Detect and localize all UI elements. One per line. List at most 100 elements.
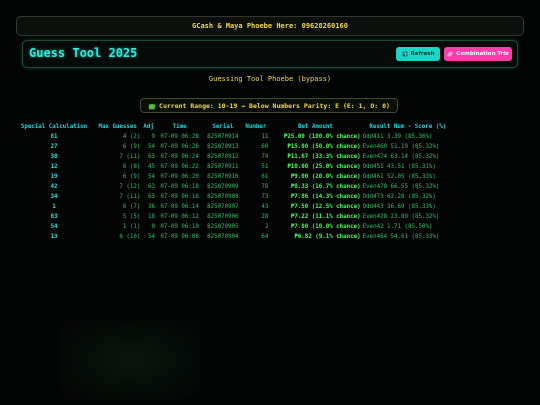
cell-max-guesses: 6 (7) — [122, 204, 141, 210]
cell-calculation: 34 — [50, 194, 58, 200]
contact-banner: GCash & Maya Phoebe Here: 09628260160 — [16, 16, 524, 36]
col-special-calculation: Special Calculation — [20, 124, 88, 130]
cell-max-guesses: 1 (1) — [122, 224, 141, 230]
cell-max-guesses: 6 (10) — [119, 234, 141, 240]
cell-result: Even42 1.71 (85.50%) — [362, 224, 433, 230]
cell-time: 07-09 06:16 — [160, 194, 199, 200]
cell-adj: 54 — [147, 174, 155, 180]
cell-calculation: 13 — [50, 234, 58, 240]
table-row: 34 7 (11) 63 07-09 06:16 825070908 73 ₱7.86 (1… — [14, 192, 454, 202]
cell-bet-amount: ₱6.82 (9.1% chance) — [294, 234, 361, 240]
cell-bet-amount: ₱10.00 (25.0% chance) — [287, 164, 361, 170]
cell-calculation: 12 — [50, 164, 58, 170]
cell-max-guesses: 6 (8) — [122, 164, 141, 170]
cell-calculation: 54 — [50, 224, 58, 230]
cell-bet-amount: ₱7.86 (14.3% chance) — [290, 194, 361, 200]
cell-serial: 825070914 — [207, 134, 239, 140]
cell-adj: 54 — [147, 144, 155, 150]
table-row: 38 7 (11) 63 07-09 06:24 825070912 74 ₱11.67 (… — [14, 152, 454, 162]
range-text: Current Range: 10-19 → Below Numbers Par… — [159, 101, 390, 110]
cell-time: 07-09 06:20 — [160, 174, 199, 180]
cell-result: Odd411 3.39 (85.36%) — [362, 134, 433, 140]
cell-calculation: 38 — [50, 154, 58, 160]
link-icon — [447, 51, 453, 57]
table-row: 81 4 (2) 9 07-09 06:28 825070914 11 ₱25.00 (10… — [14, 132, 454, 142]
table-row: 19 6 (9) 54 07-09 06:20 825070910 61 ₱9.00 (20… — [14, 172, 454, 182]
cell-serial: 825070904 — [207, 234, 239, 240]
cell-result: Even428 23.89 (85.32%) — [362, 214, 440, 220]
table-row: 83 5 (5) 18 07-09 06:12 825070906 28 ₱7.22 (11… — [14, 212, 454, 222]
range-status: Current Range: 10-19 → Below Numbers Par… — [140, 98, 398, 113]
cell-number: 74 — [261, 154, 269, 160]
table-body: 81 4 (2) 9 07-09 06:28 825070914 11 ₱25.00 (10… — [14, 132, 454, 242]
cell-bet-amount: ₱25.00 (100.0% chance) — [283, 134, 361, 140]
cell-number: 73 — [261, 194, 269, 200]
cell-time: 07-09 06:28 — [160, 134, 199, 140]
cell-adj: 63 — [147, 154, 155, 160]
cell-bet-amount: ₱9.00 (20.0% chance) — [290, 174, 361, 180]
cell-serial: 825070912 — [207, 154, 239, 160]
cell-number: 28 — [261, 214, 269, 220]
cell-serial: 825070909 — [207, 184, 239, 190]
table-row: 1 6 (7) 36 07-09 06:14 825070907 43 ₱7.50 (12.… — [14, 202, 454, 212]
combination-trix-button[interactable]: Combination Trix — [444, 47, 512, 61]
app-title: Guess Tool 2025 — [29, 46, 138, 60]
cell-adj: 0 — [151, 224, 155, 230]
table-header-row: Special Calculation Max Guesses Adj Time… — [14, 122, 454, 132]
cell-calculation: 81 — [50, 134, 58, 140]
cell-number: 11 — [261, 134, 269, 140]
cell-serial: 825070908 — [207, 194, 239, 200]
cell-time: 07-09 06:14 — [160, 204, 199, 210]
cell-result: Odd451 43.51 (85.31%) — [362, 164, 436, 170]
cell-max-guesses: 4 (2) — [122, 134, 141, 140]
cell-max-guesses: 6 (9) — [122, 174, 141, 180]
cell-result: Even460 51.19 (85.32%) — [362, 144, 440, 150]
cell-adj: 63 — [147, 184, 155, 190]
puzzle-icon — [148, 103, 156, 109]
cell-number: 61 — [261, 174, 269, 180]
cell-bet-amount: ₱7.00 (10.0% chance) — [290, 224, 361, 230]
cell-calculation: 42 — [50, 184, 58, 190]
cell-max-guesses: 7 (11) — [119, 154, 141, 160]
refresh-icon — [402, 51, 407, 57]
cell-adj: 18 — [147, 214, 155, 220]
cell-time: 07-09 06:26 — [160, 144, 199, 150]
cell-adj: 9 — [151, 134, 155, 140]
cell-number: 64 — [261, 234, 269, 240]
background-glow — [60, 320, 200, 400]
cell-number: 78 — [261, 184, 269, 190]
cell-adj: 54 — [147, 234, 155, 240]
cell-time: 07-09 06:10 — [160, 224, 199, 230]
cell-bet-amount: ₱8.33 (16.7% chance) — [290, 184, 361, 190]
app-header: Guess Tool 2025 Refresh Combination Trix — [22, 40, 518, 68]
cell-calculation: 83 — [50, 214, 58, 220]
col-serial: Serial — [212, 124, 234, 130]
col-time: Time — [172, 124, 187, 130]
col-max-guesses: Max Guesses — [98, 124, 137, 130]
cell-time: 07-09 06:18 — [160, 184, 199, 190]
cell-calculation: 19 — [50, 174, 58, 180]
table-row: 13 6 (10) 54 07-09 06:08 825070904 64 ₱6.82 (9… — [14, 232, 454, 242]
cell-result: Even464 54.61 (85.33%) — [362, 234, 440, 240]
cell-adj: 63 — [147, 194, 155, 200]
refresh-button[interactable]: Refresh — [396, 47, 440, 61]
col-adj: Adj — [143, 124, 154, 130]
cell-time: 07-09 06:24 — [160, 154, 199, 160]
cell-max-guesses: 6 (9) — [122, 144, 141, 150]
banner-text: GCash & Maya Phoebe Here: 09628260160 — [192, 22, 348, 30]
table-row: 54 1 (1) 0 07-09 06:10 825070905 2 ₱7.00 (10.0… — [14, 222, 454, 232]
cell-serial: 825070906 — [207, 214, 239, 220]
col-number: Number — [245, 124, 267, 130]
cell-result: Odd461 52.05 (85.33%) — [362, 174, 436, 180]
combination-trix-label: Combination Trix — [456, 51, 509, 57]
cell-number: 60 — [261, 144, 269, 150]
cell-bet-amount: ₱15.00 (50.0% chance) — [287, 144, 361, 150]
cell-number: 2 — [264, 224, 269, 230]
cell-time: 07-09 06:08 — [160, 234, 199, 240]
cell-bet-amount: ₱7.22 (11.1% chance) — [290, 214, 361, 220]
col-bet-amount: Bet Amount — [298, 124, 333, 130]
cell-bet-amount: ₱7.50 (12.5% chance) — [290, 204, 361, 210]
cell-calculation: 27 — [50, 144, 58, 150]
cell-adj: 45 — [147, 164, 155, 170]
cell-time: 07-09 06:12 — [160, 214, 199, 220]
